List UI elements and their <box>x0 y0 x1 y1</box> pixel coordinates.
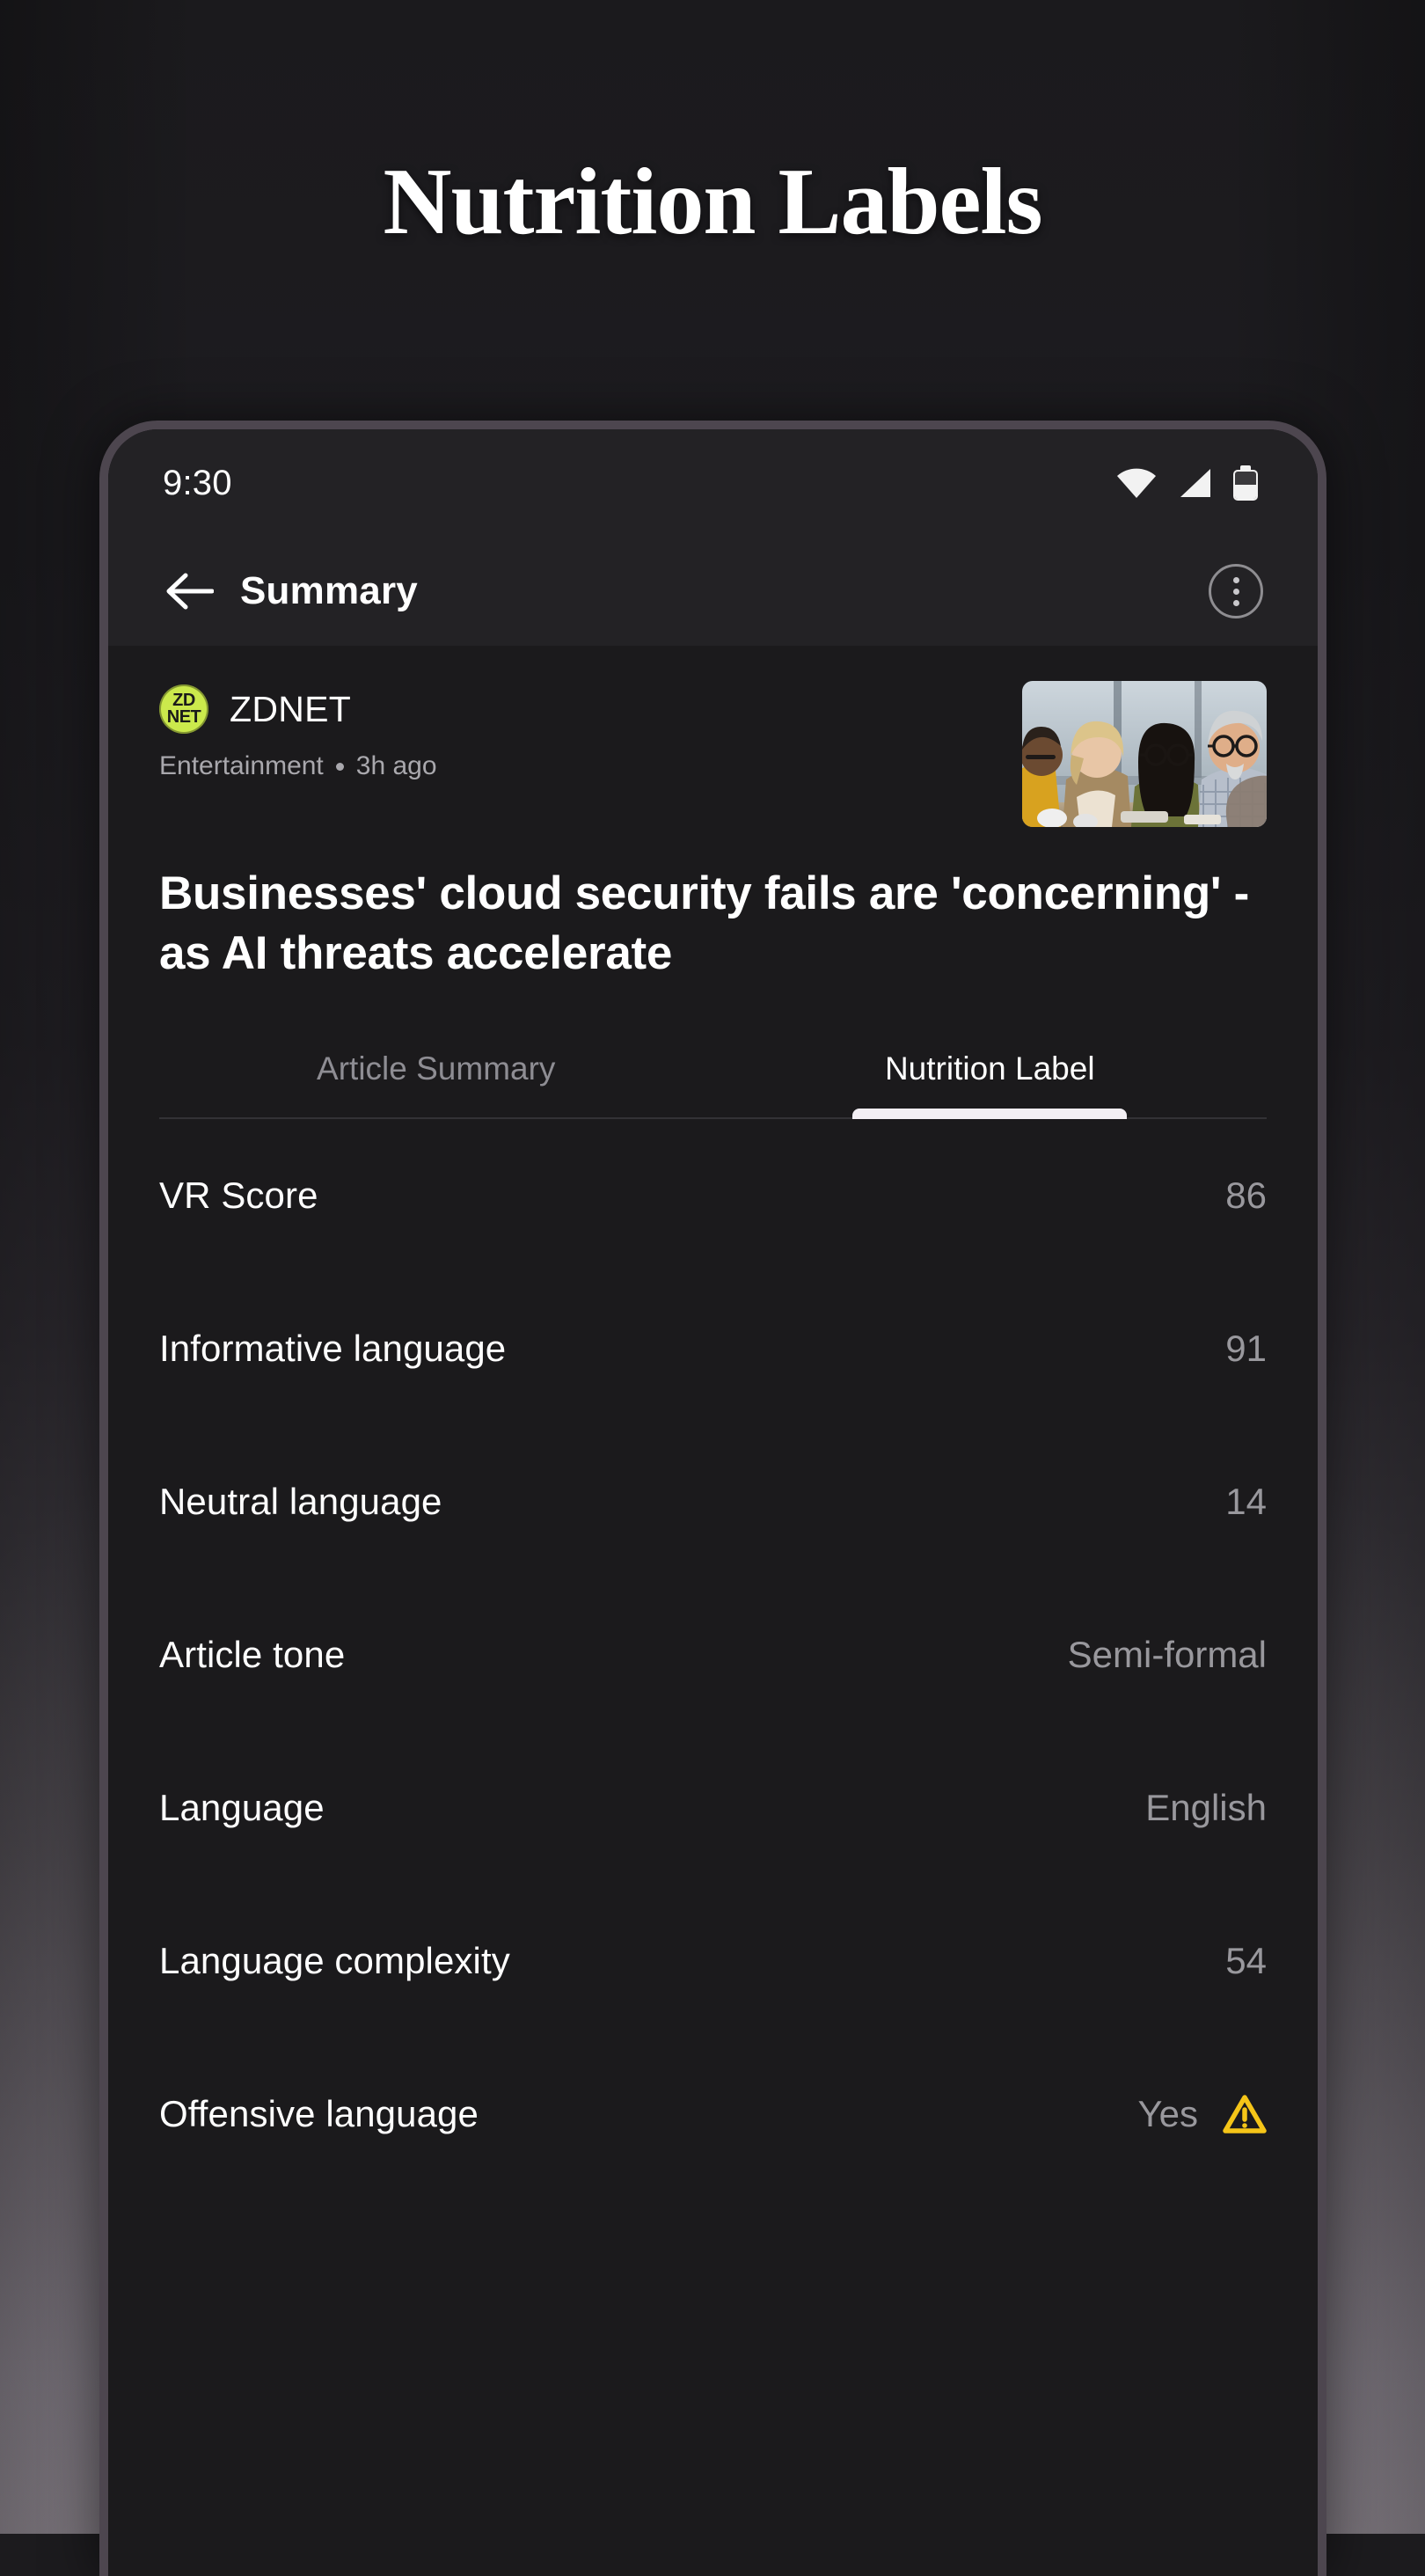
back-arrow-icon <box>164 571 214 611</box>
metric-right: English <box>1145 1787 1267 1829</box>
table-row[interactable]: Offensive language Yes <box>159 2038 1267 2191</box>
table-row[interactable]: Language complexity 54 <box>159 1884 1267 2038</box>
tab-nutrition-label-label: Nutrition Label <box>885 1050 1095 1087</box>
metric-right: 54 <box>1225 1940 1267 1982</box>
tab-nutrition-label[interactable]: Nutrition Label <box>713 1028 1268 1117</box>
metric-label: Informative language <box>159 1328 506 1370</box>
source-name: ZDNET <box>230 689 351 730</box>
metric-label: Neutral language <box>159 1481 442 1523</box>
battery-icon <box>1233 465 1258 501</box>
metric-value: Yes <box>1137 2093 1198 2135</box>
page-title: Nutrition Labels <box>0 155 1425 250</box>
article-meta: Entertainment 3h ago <box>159 751 996 781</box>
tab-article-summary-label: Article Summary <box>317 1050 555 1087</box>
phone-screen: 9:30 Summary <box>108 429 1318 2576</box>
cellular-signal-icon <box>1177 467 1212 499</box>
metric-right: Semi-formal <box>1068 1634 1267 1676</box>
status-bar-clock: 9:30 <box>163 464 232 503</box>
article-category: Entertainment <box>159 751 324 781</box>
source-info: ZD NET ZDNET Entertainment 3h ago <box>159 681 996 781</box>
metric-value: 14 <box>1225 1481 1267 1523</box>
status-bar: 9:30 <box>108 429 1318 537</box>
phone-frame: 9:30 Summary <box>99 421 1326 2576</box>
tab-bar: Article Summary Nutrition Label <box>159 1028 1267 1119</box>
metric-label: Offensive language <box>159 2093 479 2135</box>
status-bar-icons <box>1117 465 1258 501</box>
table-row[interactable]: Language English <box>159 1731 1267 1884</box>
table-row[interactable]: VR Score 86 <box>159 1119 1267 1272</box>
metric-value: 91 <box>1225 1328 1267 1370</box>
article-headline: Businesses' cloud security fails are 'co… <box>159 864 1267 984</box>
meta-separator-dot <box>336 763 344 771</box>
table-row[interactable]: Neutral language 14 <box>159 1425 1267 1578</box>
metric-right: 86 <box>1225 1175 1267 1217</box>
back-button[interactable] <box>157 560 221 623</box>
metric-right: 14 <box>1225 1481 1267 1523</box>
source-row: ZD NET ZDNET Entertainment 3h ago <box>159 681 1267 827</box>
tab-article-summary[interactable]: Article Summary <box>159 1028 713 1117</box>
zdnet-logo-icon: ZD NET <box>159 684 208 734</box>
article-content-panel: ZD NET ZDNET Entertainment 3h ago <box>108 646 1318 2576</box>
metric-value: 54 <box>1225 1940 1267 1982</box>
metric-value: 86 <box>1225 1175 1267 1217</box>
metric-label: Article tone <box>159 1634 345 1676</box>
metric-right: 91 <box>1225 1328 1267 1370</box>
article-timestamp: 3h ago <box>356 751 437 781</box>
metric-label: VR Score <box>159 1175 318 1217</box>
nutrition-label-list: VR Score 86 Informative language 91 Neut… <box>108 1119 1318 2191</box>
metric-right: Yes <box>1137 2093 1267 2135</box>
article-thumbnail[interactable] <box>1022 681 1267 827</box>
metric-value: Semi-formal <box>1068 1634 1267 1676</box>
table-row[interactable]: Article tone Semi-formal <box>159 1578 1267 1731</box>
source-brand[interactable]: ZD NET ZDNET <box>159 684 996 734</box>
logo-line-2: NET <box>167 709 201 726</box>
business-meeting-photo <box>1022 681 1267 827</box>
wifi-icon <box>1117 468 1156 498</box>
table-row[interactable]: Informative language 91 <box>159 1272 1267 1425</box>
app-bar: Summary <box>108 537 1318 646</box>
app-bar-title: Summary <box>240 569 1209 613</box>
metric-label: Language complexity <box>159 1940 510 1982</box>
article-header: ZD NET ZDNET Entertainment 3h ago <box>108 646 1318 1119</box>
more-vertical-icon[interactable] <box>1209 564 1263 618</box>
warning-triangle-icon <box>1223 2094 1267 2134</box>
metric-value: English <box>1145 1787 1267 1829</box>
metric-label: Language <box>159 1787 325 1829</box>
